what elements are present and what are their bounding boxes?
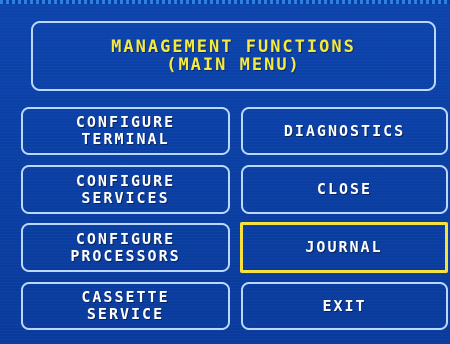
- cassette-service-label-line2: SERVICE: [86, 305, 165, 323]
- close-label: CLOSE: [316, 180, 373, 198]
- configure-processors-label-line1: CONFIGURE: [75, 229, 176, 248]
- journal-button[interactable]: JOURNAL: [240, 222, 448, 273]
- cassette-service-button[interactable]: CASSETTE SERVICE: [21, 282, 230, 330]
- journal-label: JOURNAL: [305, 238, 383, 256]
- configure-services-label-line1: CONFIGURE: [75, 171, 176, 190]
- menu-subtitle: (MAIN MENU): [166, 55, 301, 75]
- close-button[interactable]: CLOSE: [241, 165, 448, 214]
- configure-services-button[interactable]: CONFIGURE SERVICES: [21, 165, 230, 214]
- menu-title-box: MANAGEMENT FUNCTIONS (MAIN MENU): [31, 21, 436, 91]
- cassette-service-label-line1: CASSETTE: [81, 288, 170, 306]
- configure-processors-label-line2: PROCESSORS: [70, 246, 181, 265]
- exit-label: EXIT: [322, 296, 367, 315]
- configure-processors-button[interactable]: CONFIGURE PROCESSORS: [21, 223, 230, 272]
- configure-terminal-button[interactable]: CONFIGURE TERMINAL: [21, 107, 230, 155]
- configure-terminal-label-line1: CONFIGURE: [75, 113, 176, 131]
- exit-button[interactable]: EXIT: [241, 282, 448, 330]
- configure-services-label-line2: SERVICES: [81, 188, 170, 207]
- diagnostics-button[interactable]: DIAGNOSTICS: [241, 107, 448, 155]
- menu-title: MANAGEMENT FUNCTIONS: [111, 37, 356, 57]
- atm-screen: MANAGEMENT FUNCTIONS (MAIN MENU) CONFIGU…: [0, 0, 450, 344]
- top-edge-pattern: [0, 0, 450, 4]
- diagnostics-label: DIAGNOSTICS: [283, 121, 406, 140]
- configure-terminal-label-line2: TERMINAL: [81, 130, 170, 148]
